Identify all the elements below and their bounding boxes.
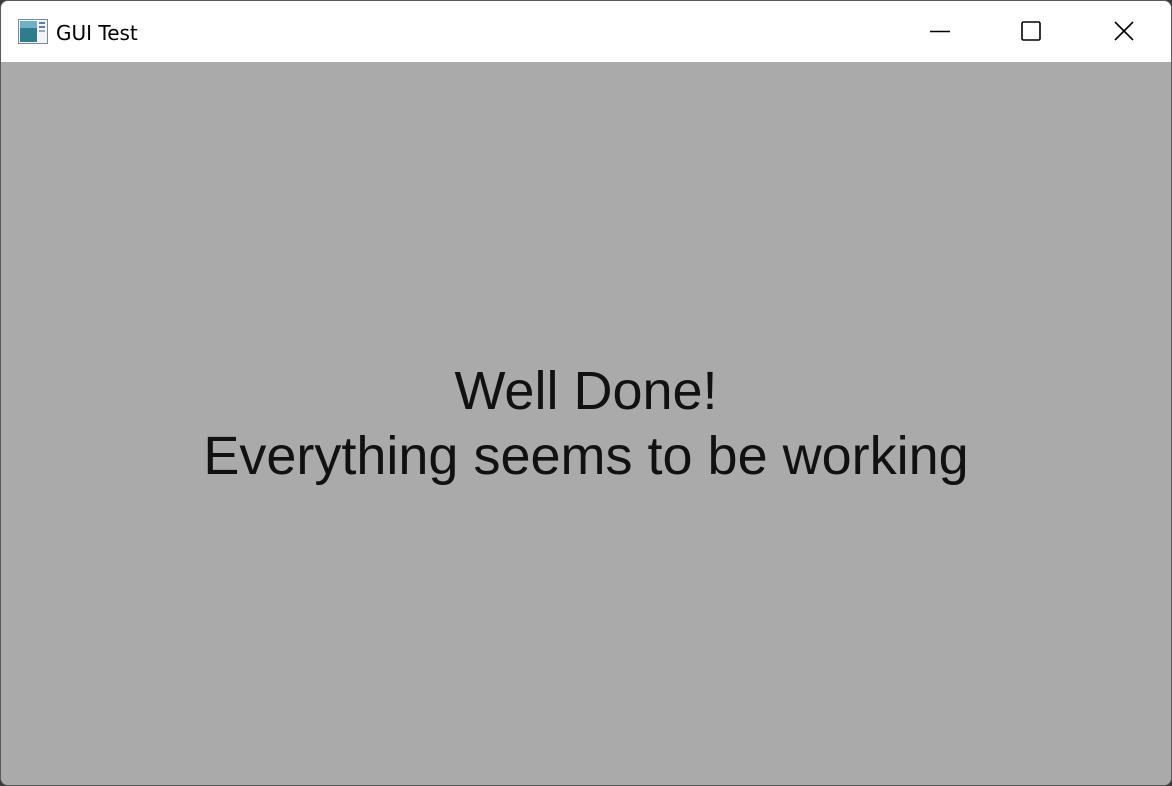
maximize-button[interactable] <box>985 1 1077 62</box>
minimize-button[interactable] <box>893 1 985 62</box>
success-heading: Well Done! <box>454 361 718 421</box>
maximize-icon <box>1021 21 1041 41</box>
app-window-icon <box>18 19 48 44</box>
window-title: GUI Test <box>56 21 138 45</box>
close-button[interactable] <box>1078 1 1170 62</box>
close-icon <box>1114 21 1134 41</box>
title-bar[interactable]: GUI Test <box>1 1 1171 62</box>
client-area: Well Done! Everything seems to be workin… <box>1 62 1171 785</box>
app-window: GUI Test Well Done! Everything seems to … <box>0 0 1172 786</box>
minimize-icon <box>930 30 950 33</box>
status-message: Everything seems to be working <box>203 426 969 486</box>
